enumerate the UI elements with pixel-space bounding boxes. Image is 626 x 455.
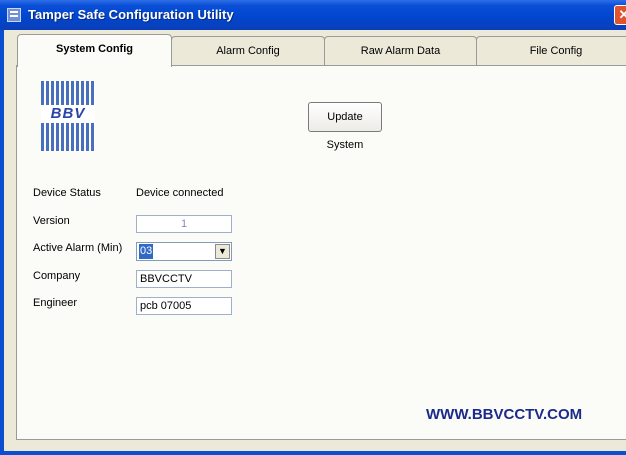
version-label: Version xyxy=(33,215,70,227)
window-frame-bottom xyxy=(0,451,626,455)
device-status-label: Device Status xyxy=(33,187,101,199)
company-label: Company xyxy=(33,270,81,282)
active-alarm-label: Active Alarm (Min) xyxy=(33,242,123,254)
tab-alarm-config[interactable]: Alarm Config xyxy=(171,36,325,66)
close-button[interactable]: ✕ xyxy=(614,5,626,25)
update-system-button[interactable]: Update System xyxy=(308,102,382,151)
device-status-value: Device connected xyxy=(136,187,224,199)
active-alarm-value: 03 xyxy=(139,244,154,259)
tab-system-config[interactable]: System Config xyxy=(17,34,172,67)
logo-text: BBV xyxy=(41,105,95,123)
engineer-label: Engineer xyxy=(33,297,78,309)
app-icon[interactable] xyxy=(7,8,21,22)
company-field[interactable]: BBVCCTV xyxy=(136,270,232,288)
window-title: Tamper Safe Configuration Utility xyxy=(28,7,234,22)
system-config-panel: BBV Update System Device Status Device c… xyxy=(16,65,626,440)
dropdown-arrow-icon[interactable]: ▼ xyxy=(215,244,230,259)
bbv-logo: BBV xyxy=(41,81,95,151)
title-bar[interactable]: Tamper Safe Configuration Utility ✕ xyxy=(0,0,626,30)
tab-raw-alarm-data[interactable]: Raw Alarm Data xyxy=(324,36,477,66)
active-alarm-select[interactable]: 03 ▼ xyxy=(136,242,232,261)
engineer-field[interactable]: pcb 07005 xyxy=(136,297,232,315)
website-text: WWW.BBVCCTV.COM xyxy=(426,406,583,423)
version-field: 1 xyxy=(136,215,232,233)
tab-file-config[interactable]: File Config xyxy=(476,36,626,66)
window-frame-left xyxy=(0,30,4,455)
tab-strip: System Config Alarm Config Raw Alarm Dat… xyxy=(16,34,626,67)
